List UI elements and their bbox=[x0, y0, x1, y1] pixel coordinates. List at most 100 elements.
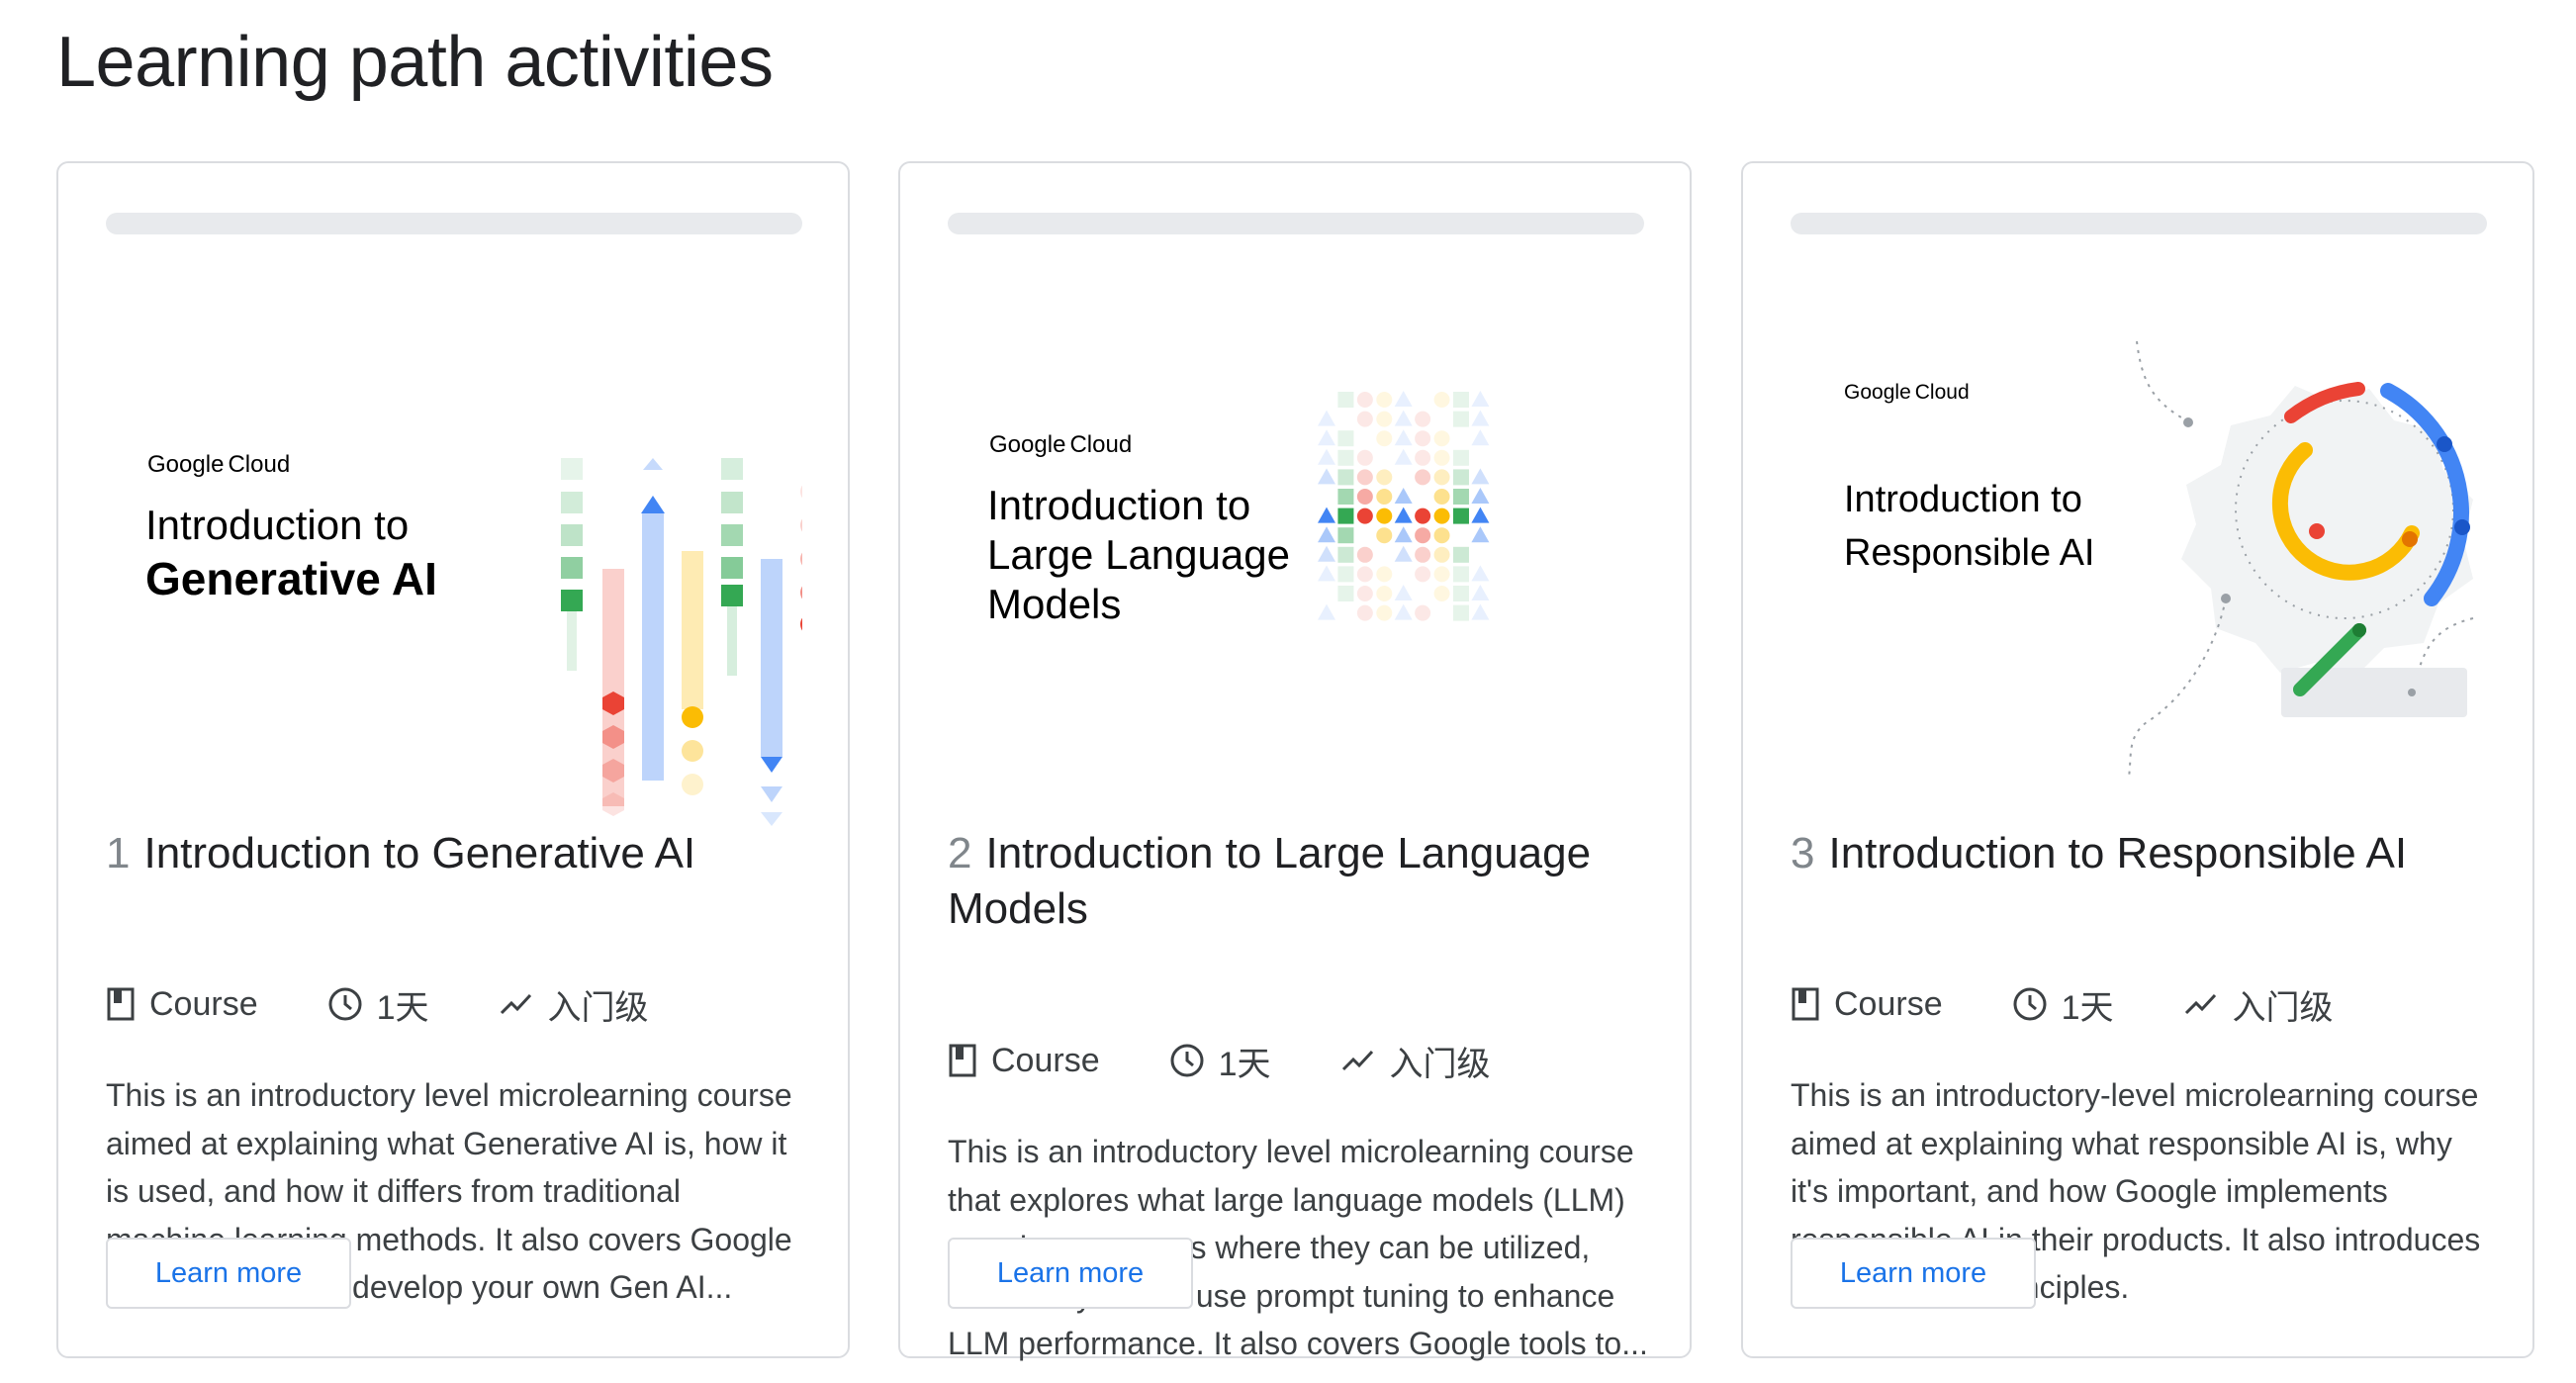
clock-icon bbox=[328, 987, 362, 1021]
yellow-bar-column bbox=[682, 551, 703, 795]
thumb-title-line: Introduction to bbox=[1844, 479, 2082, 520]
grid-shape bbox=[1337, 430, 1354, 447]
responsible-ai-illustration: Google Cloud Introduction to Responsible … bbox=[1844, 340, 2474, 778]
grid-shape bbox=[1376, 469, 1393, 486]
thumb-title-line: Generative AI bbox=[145, 553, 437, 604]
grid-shape bbox=[1452, 449, 1469, 466]
grid-shape bbox=[1356, 489, 1373, 505]
grid-shape bbox=[1471, 429, 1490, 446]
grid-shape bbox=[1376, 489, 1393, 505]
grid-shape bbox=[1318, 507, 1335, 523]
learn-more-button[interactable]: Learn more bbox=[948, 1238, 1193, 1309]
course-type-label: Course bbox=[991, 1041, 1100, 1079]
blue-bar-column bbox=[641, 458, 665, 781]
grid-shape bbox=[1376, 586, 1393, 601]
course-duration-label: 1天 bbox=[376, 988, 429, 1027]
course-type-label: Course bbox=[149, 984, 258, 1023]
thumb-title-line: Large Language bbox=[987, 531, 1290, 578]
course-number: 1 bbox=[106, 829, 131, 877]
grid-shape bbox=[1394, 488, 1413, 504]
course-thumbnail[interactable]: Google Cloud Introduction to Responsible … bbox=[1791, 272, 2487, 846]
grid-shape bbox=[1337, 489, 1354, 505]
learn-more-button[interactable]: Learn more bbox=[106, 1238, 351, 1309]
grid-shape bbox=[1337, 586, 1354, 601]
grid-shape bbox=[1433, 507, 1450, 524]
grid-shape bbox=[1394, 448, 1413, 465]
grid-shape bbox=[1452, 604, 1469, 621]
grid-shape bbox=[1394, 391, 1413, 407]
grid-shape bbox=[1433, 392, 1450, 408]
course-meta: Course 1天 入门级 bbox=[1791, 979, 2403, 1029]
grid-shape bbox=[1337, 566, 1354, 583]
course-thumbnail[interactable]: Google Cloud Introduction to Large Langua… bbox=[948, 272, 1644, 846]
grid-shape bbox=[1356, 586, 1373, 601]
clock-icon bbox=[1170, 1044, 1204, 1077]
grid-shape bbox=[1337, 527, 1354, 544]
clock-icon bbox=[2013, 987, 2047, 1021]
grid-shape bbox=[1394, 507, 1413, 523]
grid-shape bbox=[1337, 392, 1354, 408]
grid-shape bbox=[1318, 410, 1335, 426]
thumb-title-line: Introduction to bbox=[987, 482, 1250, 528]
grid-shape bbox=[1471, 410, 1490, 426]
grid-shape bbox=[1394, 603, 1413, 620]
green-squares-column-2 bbox=[721, 458, 743, 676]
course-title[interactable]: 3 Introduction to Responsible AI bbox=[1791, 826, 2493, 881]
book-icon bbox=[107, 987, 135, 1021]
grid-shape bbox=[1452, 586, 1469, 601]
course-title[interactable]: 2 Introduction to Large Language Models bbox=[948, 826, 1640, 937]
grid-shape bbox=[1433, 546, 1450, 563]
red-hex-column bbox=[800, 485, 802, 631]
generative-ai-illustration: Google Cloud Introduction to Generative A… bbox=[145, 451, 802, 826]
course-card-2: Google Cloud Introduction to Large Langua… bbox=[898, 161, 1692, 1361]
grid-shape bbox=[1394, 429, 1413, 446]
grid-shape bbox=[1415, 604, 1431, 621]
card-loading-bar bbox=[1791, 213, 2487, 234]
book-icon bbox=[1792, 987, 1819, 1021]
grid-shape bbox=[1415, 411, 1431, 427]
thumb-title-line: Models bbox=[987, 581, 1121, 627]
course-level-label: 入门级 bbox=[1389, 1045, 1491, 1083]
course-card-3: Google Cloud Introduction to Responsible … bbox=[1741, 161, 2534, 1358]
grid-shape bbox=[1471, 565, 1490, 582]
grid-shape bbox=[1356, 411, 1373, 427]
google-cloud-logo: Google Cloud bbox=[147, 451, 290, 478]
blue-arrow-column bbox=[761, 559, 782, 826]
course-level: 入门级 bbox=[1340, 1037, 1491, 1085]
grid-shape bbox=[1415, 469, 1431, 486]
course-title[interactable]: 1 Introduction to Generative AI bbox=[106, 826, 808, 881]
grid-shape bbox=[1337, 546, 1354, 563]
grid-shape bbox=[1356, 546, 1373, 563]
learn-more-button[interactable]: Learn more bbox=[1791, 1238, 2036, 1309]
grid-shape bbox=[1471, 585, 1490, 600]
grid-shape bbox=[1433, 527, 1450, 544]
grid-shape bbox=[1433, 430, 1450, 447]
grid-shape bbox=[1394, 526, 1413, 543]
grid-shape bbox=[1318, 565, 1335, 582]
course-thumbnail[interactable]: Google Cloud Introduction to Generative A… bbox=[106, 272, 802, 846]
grid-shape bbox=[1415, 527, 1431, 544]
course-level: 入门级 bbox=[499, 980, 649, 1029]
grid-shape bbox=[1452, 566, 1469, 583]
page-title: Learning path activities bbox=[56, 23, 774, 102]
grid-shape bbox=[1318, 545, 1335, 562]
trending-up-icon bbox=[2184, 993, 2216, 1015]
grid-shape bbox=[1356, 507, 1373, 524]
google-cloud-logo: Google Cloud bbox=[989, 431, 1132, 458]
grid-shape bbox=[1471, 526, 1490, 543]
grid-shape bbox=[1356, 566, 1373, 583]
grid-shape bbox=[1471, 468, 1490, 485]
red-bar-column bbox=[602, 569, 624, 816]
thumb-title-line: Introduction to bbox=[145, 502, 409, 548]
grid-shape bbox=[1433, 586, 1450, 601]
grid-shape bbox=[1376, 392, 1393, 408]
grid-shape bbox=[1356, 604, 1373, 621]
grid-shape bbox=[1471, 488, 1490, 504]
course-duration: 1天 bbox=[1169, 1037, 1271, 1085]
course-duration: 1天 bbox=[327, 980, 429, 1029]
course-type-label: Course bbox=[1834, 984, 1943, 1023]
card-loading-bar bbox=[106, 213, 802, 234]
grid-shape bbox=[1452, 411, 1469, 427]
course-duration: 1天 bbox=[2012, 980, 2114, 1029]
thumb-title-line: Responsible AI bbox=[1844, 532, 2095, 574]
